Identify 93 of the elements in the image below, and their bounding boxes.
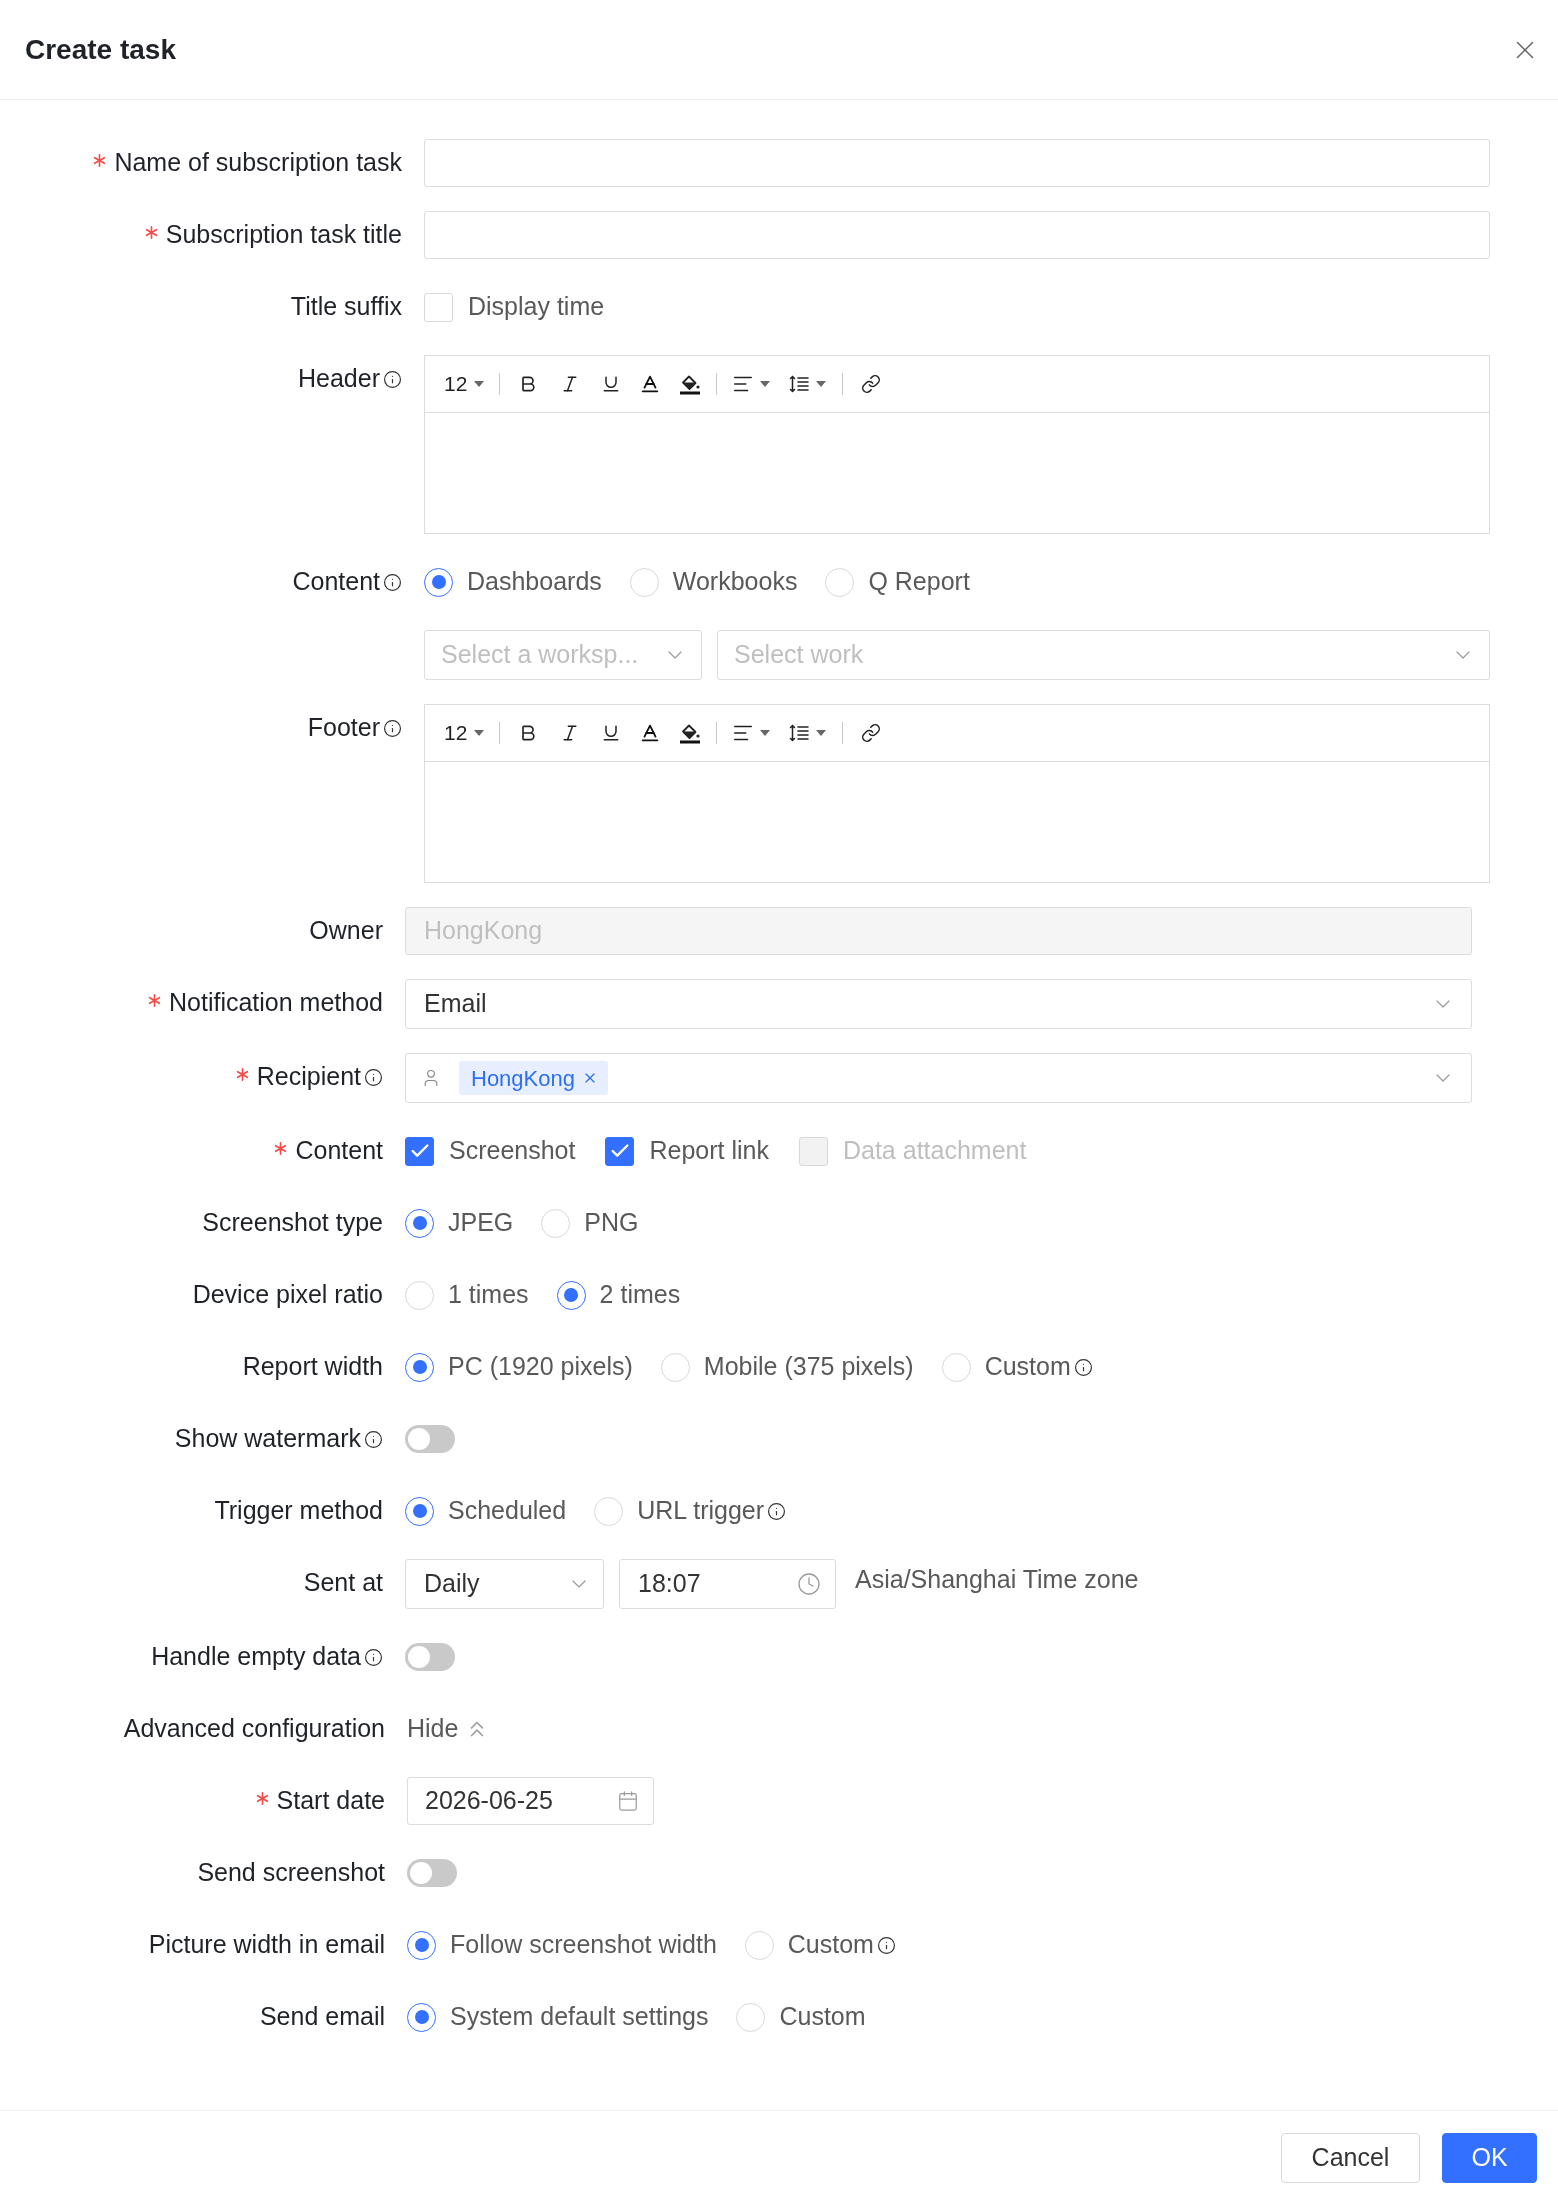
- caret-down-icon[interactable]: [474, 381, 485, 387]
- caret-down-icon[interactable]: [760, 730, 771, 736]
- field-label: Header: [298, 363, 380, 395]
- field-label: Title suffix: [290, 291, 402, 323]
- checkbox[interactable]: [605, 1136, 635, 1166]
- field-label: Picture width in email: [148, 1929, 385, 1961]
- checkbox-label[interactable]: Report link: [649, 1132, 769, 1170]
- radio-label[interactable]: 1 times: [448, 1276, 529, 1314]
- radio-label[interactable]: Custom: [779, 1998, 866, 2036]
- radio-label[interactable]: 2 times: [599, 1276, 681, 1314]
- info-icon[interactable]: [876, 1935, 896, 1955]
- info-icon[interactable]: [383, 572, 402, 592]
- info-icon[interactable]: [1073, 1357, 1093, 1377]
- toggle-switch[interactable]: [405, 1643, 455, 1671]
- radio-button[interactable]: [405, 1352, 434, 1382]
- field-label: Screenshot type: [202, 1207, 383, 1239]
- caret-down-icon[interactable]: [760, 381, 771, 387]
- info-icon[interactable]: [364, 1647, 383, 1667]
- recipient-tag[interactable]: HongKong: [459, 1061, 608, 1095]
- field-label: Send screenshot: [197, 1857, 385, 1889]
- info-icon[interactable]: [364, 1067, 383, 1087]
- toggle-switch[interactable]: [407, 1859, 457, 1887]
- radio-label[interactable]: Follow screenshot width: [450, 1926, 717, 1964]
- radio-label[interactable]: Scheduled: [448, 1492, 567, 1530]
- rich-text-editor[interactable]: 12: [424, 355, 1490, 534]
- frequency-select[interactable]: Daily: [405, 1559, 604, 1609]
- radio-label[interactable]: System default settings: [450, 1998, 709, 2036]
- font-size-dropdown[interactable]: 12: [444, 717, 485, 749]
- field-label: Footer: [307, 712, 380, 744]
- radio-button[interactable]: [405, 1496, 434, 1526]
- radio-label[interactable]: PC (1920 pixels): [448, 1348, 633, 1386]
- info-icon[interactable]: [767, 1501, 787, 1521]
- info-icon[interactable]: [383, 718, 402, 738]
- cancel-button[interactable]: Cancel: [1281, 2132, 1420, 2183]
- radio-button[interactable]: [407, 2002, 436, 2032]
- caret-down-icon[interactable]: [816, 381, 827, 387]
- radio-label[interactable]: PNG: [584, 1204, 639, 1242]
- field-label: Start date: [276, 1785, 385, 1817]
- paint-bucket-icon[interactable]: [679, 373, 702, 395]
- radio-button[interactable]: [405, 1208, 434, 1238]
- time-picker[interactable]: 18:07: [619, 1559, 836, 1609]
- line-spacing-icon[interactable]: [789, 723, 810, 743]
- radio-label[interactable]: Workbooks: [672, 563, 798, 601]
- radio-label[interactable]: Custom: [787, 1926, 874, 1964]
- radio-label[interactable]: URL trigger: [637, 1492, 765, 1530]
- field-label: Device pixel ratio: [192, 1279, 383, 1311]
- dropdown-select[interactable]: Email: [405, 979, 1472, 1029]
- field-label: Show watermark: [174, 1423, 361, 1455]
- field-label: Notification method: [169, 987, 383, 1019]
- field-label: Sent at: [303, 1567, 383, 1599]
- link-icon[interactable]: [861, 374, 882, 394]
- timezone-note: Asia/Shanghai Time zone: [855, 1564, 1139, 1595]
- field-label: Recipient: [256, 1061, 361, 1093]
- field-label: Content: [292, 566, 380, 598]
- field-label: Report width: [242, 1351, 383, 1383]
- clock-icon[interactable]: [797, 1572, 821, 1596]
- text-input[interactable]: [424, 211, 1490, 259]
- field-label: Advanced configuration: [123, 1713, 385, 1745]
- field-label: Trigger method: [214, 1495, 383, 1527]
- radio-label[interactable]: Dashboards: [467, 563, 602, 601]
- radio-label[interactable]: Q Report: [868, 563, 970, 601]
- radio-button[interactable]: [556, 1280, 586, 1310]
- ok-button[interactable]: OK: [1442, 2132, 1537, 2183]
- radio-button[interactable]: [407, 1930, 436, 1960]
- paint-bucket-icon[interactable]: [679, 722, 702, 744]
- radio-button[interactable]: [424, 567, 453, 597]
- dialog-title: Create task: [25, 32, 176, 67]
- caret-down-icon[interactable]: [816, 730, 827, 736]
- rich-text-editor[interactable]: 12: [424, 704, 1490, 883]
- field-label: Handle empty data: [151, 1641, 361, 1673]
- toggle-switch[interactable]: [405, 1425, 455, 1453]
- info-icon[interactable]: [364, 1429, 383, 1449]
- calendar-icon[interactable]: [617, 1790, 639, 1812]
- font-size-dropdown[interactable]: 12: [444, 368, 485, 400]
- field-label: Owner: [309, 915, 383, 947]
- line-spacing-icon[interactable]: [789, 374, 810, 394]
- field-label: Subscription task title: [165, 219, 402, 251]
- field-label: Content: [295, 1135, 383, 1167]
- date-picker[interactable]: 2026-06-25: [407, 1777, 654, 1825]
- radio-label[interactable]: Mobile (375 pixels): [703, 1348, 914, 1386]
- field-label: Send email: [259, 2001, 385, 2033]
- radio-label[interactable]: Custom: [984, 1348, 1071, 1386]
- radio-label[interactable]: JPEG: [448, 1204, 514, 1242]
- link-icon[interactable]: [861, 723, 882, 743]
- text-input[interactable]: [424, 139, 1490, 187]
- checkbox[interactable]: [405, 1136, 434, 1166]
- info-icon[interactable]: [383, 369, 402, 389]
- checkbox-label[interactable]: Display time: [468, 288, 605, 326]
- recipient-select[interactable]: HongKong: [405, 1053, 1472, 1103]
- checkbox-label[interactable]: Screenshot: [449, 1132, 576, 1170]
- caret-down-icon[interactable]: [474, 730, 485, 736]
- hide-advanced-button[interactable]: Hide: [407, 1710, 491, 1748]
- field-label: Name of subscription task: [114, 147, 402, 179]
